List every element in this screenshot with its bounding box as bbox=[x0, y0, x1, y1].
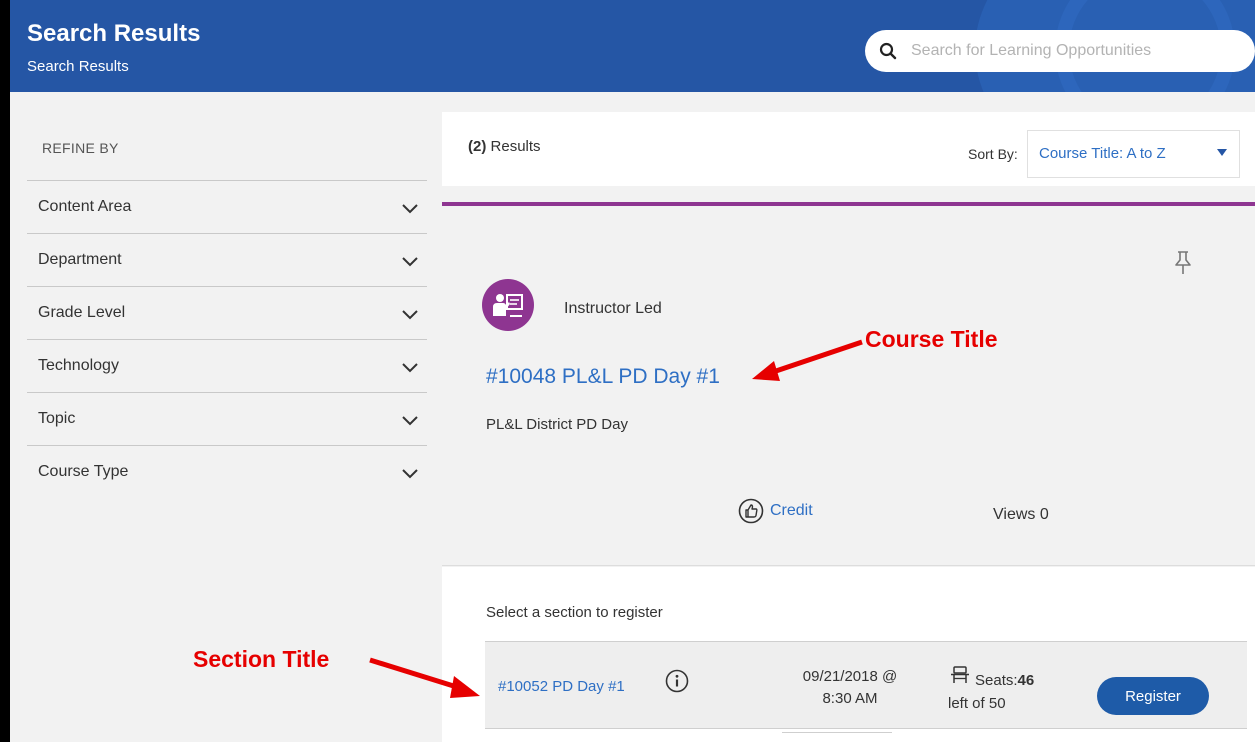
filter-label: Department bbox=[38, 251, 122, 268]
caret-down-icon[interactable] bbox=[1217, 149, 1227, 156]
filter-topic[interactable]: Topic bbox=[27, 392, 427, 445]
app-frame: Search Results Search Results REFINE BY … bbox=[10, 0, 1255, 742]
thumbs-up-icon bbox=[738, 498, 764, 524]
chevron-down-icon[interactable] bbox=[401, 362, 419, 373]
filter-technology[interactable]: Technology bbox=[27, 339, 427, 392]
row-divider bbox=[782, 732, 892, 733]
section-title-link[interactable]: #10052 PD Day #1 bbox=[498, 678, 625, 695]
credit-button[interactable]: Credit bbox=[738, 498, 813, 524]
chevron-down-icon[interactable] bbox=[401, 203, 419, 214]
search-icon[interactable] bbox=[879, 42, 897, 60]
results-bar: (2) Results Sort By: Course Title: A to … bbox=[442, 112, 1255, 186]
sort-by-label: Sort By: bbox=[968, 146, 1018, 162]
section-date: 09/21/2018 @ bbox=[802, 668, 898, 685]
filter-content-area[interactable]: Content Area bbox=[27, 180, 427, 233]
info-icon[interactable] bbox=[665, 669, 689, 693]
refine-by-label: REFINE BY bbox=[42, 140, 119, 156]
course-description: PL&L District PD Day bbox=[486, 416, 628, 433]
chevron-down-icon[interactable] bbox=[401, 468, 419, 479]
filter-label: Topic bbox=[38, 410, 76, 427]
section-row: #10052 PD Day #1 09/21/2018 @ 8:30 AM Se… bbox=[485, 641, 1247, 729]
chevron-down-icon[interactable] bbox=[401, 256, 419, 267]
search-input[interactable] bbox=[911, 42, 1221, 60]
section-datetime: 09/21/2018 @ 8:30 AM bbox=[785, 666, 915, 710]
course-type-label: Instructor Led bbox=[564, 300, 662, 317]
filter-course-type[interactable]: Course Type bbox=[27, 445, 427, 498]
filter-label: Technology bbox=[38, 357, 119, 374]
seats-total: left of 50 bbox=[948, 695, 1006, 712]
annotation-course-title: Course Title bbox=[865, 326, 998, 352]
select-section-label: Select a section to register bbox=[486, 604, 663, 621]
sections-panel: Select a section to register #10052 PD D… bbox=[442, 567, 1255, 742]
credit-label: Credit bbox=[770, 502, 813, 519]
seat-icon bbox=[951, 666, 969, 683]
instructor-led-icon bbox=[482, 279, 534, 331]
page-subtitle: Search Results bbox=[27, 58, 129, 75]
annotation-section-title: Section Title bbox=[193, 646, 330, 672]
page-title: Search Results bbox=[27, 20, 201, 47]
seats-available: Seats:46 bbox=[975, 672, 1034, 689]
sort-value: Course Title: A to Z bbox=[1039, 145, 1166, 162]
register-button[interactable]: Register bbox=[1097, 677, 1209, 715]
annotation-arrow-section bbox=[369, 657, 480, 698]
sort-dropdown[interactable]: Course Title: A to Z bbox=[1027, 130, 1240, 178]
seats-left: 46 bbox=[1017, 672, 1035, 689]
chevron-down-icon[interactable] bbox=[401, 415, 419, 426]
seats-label: Seats: bbox=[975, 672, 1018, 689]
filter-label: Course Type bbox=[38, 463, 129, 480]
filter-department[interactable]: Department bbox=[27, 233, 427, 286]
results-count-number: (2) bbox=[468, 138, 487, 155]
pin-icon[interactable] bbox=[1173, 250, 1193, 276]
annotation-arrow-course bbox=[752, 339, 863, 381]
section-time: 8:30 AM bbox=[822, 690, 878, 707]
course-title-link[interactable]: #10048 PL&L PD Day #1 bbox=[486, 365, 720, 389]
page-header: Search Results Search Results bbox=[10, 0, 1255, 92]
chevron-down-icon[interactable] bbox=[401, 309, 419, 320]
views-count: Views 0 bbox=[993, 506, 1049, 523]
results-count: (2) Results bbox=[468, 138, 541, 155]
filter-grade-level[interactable]: Grade Level bbox=[27, 286, 427, 339]
search-bar[interactable] bbox=[865, 30, 1255, 72]
filter-label: Content Area bbox=[38, 198, 132, 215]
results-count-label: Results bbox=[490, 138, 541, 155]
filter-label: Grade Level bbox=[38, 304, 126, 321]
